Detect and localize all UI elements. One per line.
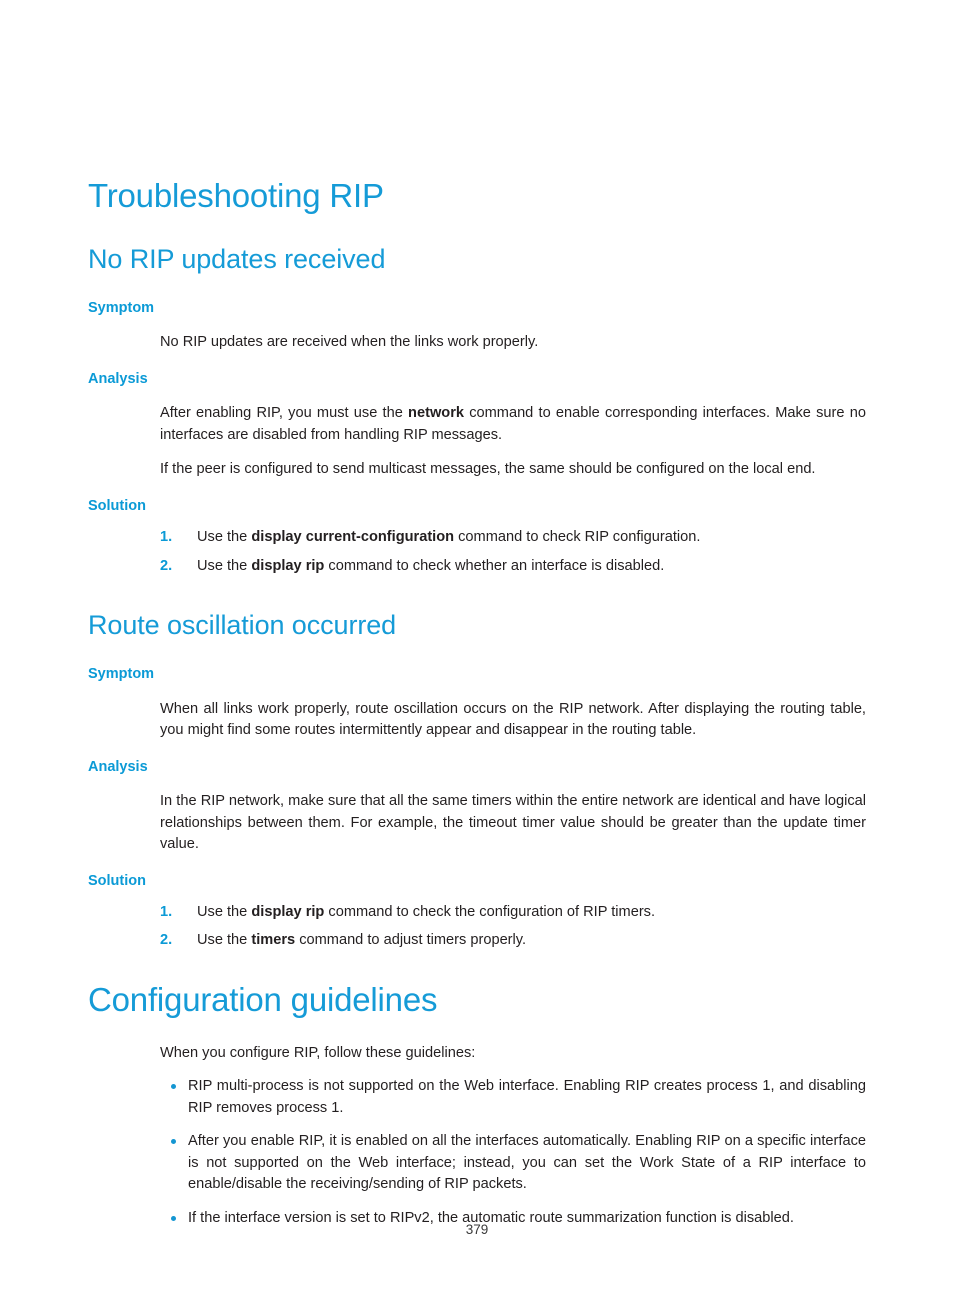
- list-number: 1.: [160, 903, 173, 920]
- list-item-label: After you enable RIP, it is enabled on a…: [188, 1133, 866, 1193]
- text-run: command to check RIP configuration.: [454, 529, 701, 546]
- text-run: command to check the configuration of RI…: [324, 903, 656, 920]
- page-footer: 379: [0, 1221, 954, 1239]
- command-display-rip: display rip: [251, 903, 325, 920]
- document-page: Troubleshooting RIP No RIP updates recei…: [0, 0, 954, 1296]
- command-display-current-configuration: display current-configuration: [251, 529, 455, 546]
- list-item-label: RIP multi-process is not supported on th…: [188, 1078, 866, 1116]
- paragraph-configuration-guidelines-intro: When you configure RIP, follow these gui…: [160, 1044, 476, 1061]
- paragraph-analysis-no-rip-updates-2: If the peer is configured to send multic…: [160, 461, 816, 478]
- page-title-configuration-guidelines: Configuration guidelines: [88, 980, 438, 1018]
- paragraph-analysis-route-oscillation: In the RIP network, make sure that all t…: [160, 793, 866, 852]
- paragraph-analysis-no-rip-updates-1: After enabling RIP, you must use the net…: [160, 403, 866, 446]
- command-display-rip: display rip: [251, 557, 325, 574]
- text-run: Use the: [197, 557, 252, 574]
- solution-steps-route-oscillation: 1. Use the display rip command to check t…: [160, 902, 866, 952]
- subheading-analysis-route-oscillation: Analysis: [88, 758, 148, 775]
- list-number: 1.: [160, 529, 173, 546]
- list-item: 2. Use the timers command to adjust timer…: [160, 930, 866, 952]
- text-run: Use the: [197, 903, 252, 920]
- list-item: 1. Use the display current-configuration …: [160, 527, 866, 549]
- subheading-analysis-no-rip-updates: Analysis: [88, 370, 148, 387]
- list-item: After you enable RIP, it is enabled on a…: [160, 1131, 866, 1196]
- list-item: 2. Use the display rip command to check w…: [160, 556, 866, 578]
- text-run: command to adjust timers properly.: [295, 932, 527, 949]
- subheading-solution-no-rip-updates: Solution: [88, 497, 146, 514]
- page-content: Troubleshooting RIP No RIP updates recei…: [88, 0, 866, 1229]
- subheading-symptom-route-oscillation: Symptom: [88, 666, 155, 683]
- paragraph-symptom-route-oscillation: When all links work properly, route osci…: [160, 700, 866, 739]
- page-title-troubleshooting-rip: Troubleshooting RIP: [88, 177, 384, 214]
- list-number: 2.: [160, 932, 173, 949]
- section-heading-no-rip-updates-received: No RIP updates received: [88, 243, 386, 274]
- page-number: 379: [465, 1222, 489, 1237]
- configuration-guidelines-bullets: RIP multi-process is not supported on th…: [160, 1076, 866, 1229]
- solution-steps-no-rip-updates: 1. Use the display current-configuration …: [160, 527, 866, 577]
- command-timers: timers: [251, 932, 296, 949]
- subheading-solution-route-oscillation: Solution: [88, 872, 146, 889]
- bullet-icon: [171, 1139, 176, 1145]
- command-network: network: [408, 405, 464, 422]
- text-run: Use the: [197, 529, 252, 546]
- list-item: RIP multi-process is not supported on th…: [160, 1076, 866, 1119]
- bullet-icon: [171, 1084, 176, 1090]
- text-run: command to check whether an interface is…: [324, 557, 665, 574]
- paragraph-symptom-no-rip-updates: No RIP updates are received when the lin…: [160, 334, 539, 351]
- subheading-symptom-no-rip-updates: Symptom: [88, 300, 155, 316]
- text-run: After enabling RIP, you must use the: [160, 405, 409, 422]
- list-number: 2.: [160, 557, 173, 574]
- list-item: 1. Use the display rip command to check t…: [160, 902, 866, 924]
- section-heading-route-oscillation-occurred: Route oscillation occurred: [88, 610, 397, 641]
- text-run: Use the: [197, 932, 252, 949]
